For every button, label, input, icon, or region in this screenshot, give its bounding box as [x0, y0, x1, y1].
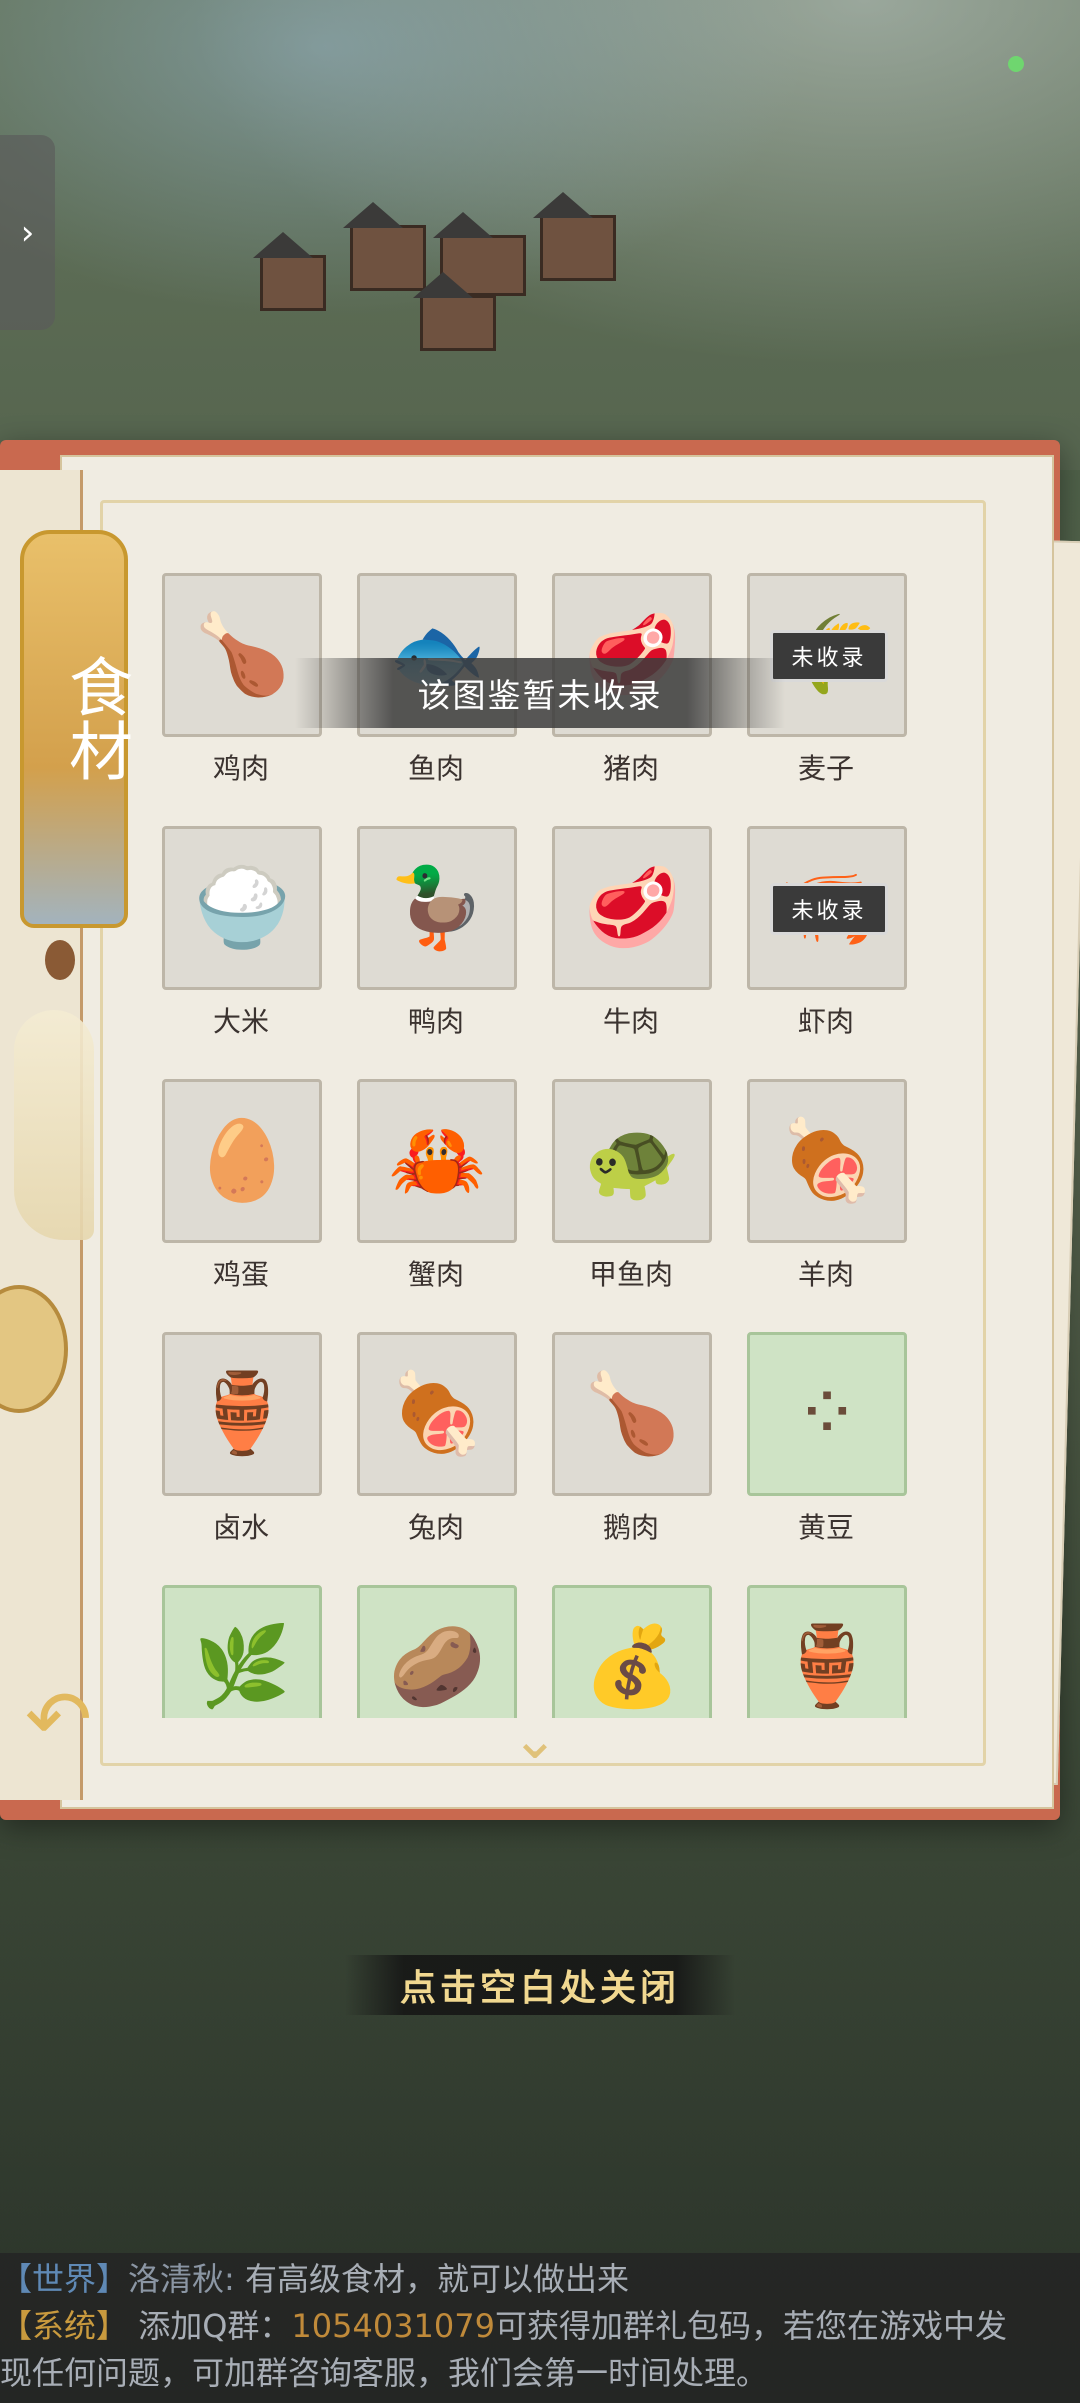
ingredient-tile[interactable]: 🐢: [552, 1079, 712, 1243]
beef-icon: 🥩: [583, 863, 681, 953]
chat-line-system: 【系统】 添加Q群：1054031079可获得加群礼包码，若您在游戏中发: [0, 2303, 1080, 2350]
ingredient-cell[interactable]: 🦆 鸭肉: [357, 826, 517, 1040]
ingredient-label: 鹅肉: [602, 1511, 659, 1544]
uncollected-stamp: 未收录: [770, 883, 888, 935]
chat-message: 可获得加群礼包码，若您在游戏中发: [494, 2307, 1007, 2345]
ingredient-label: 卤水: [212, 1511, 269, 1544]
knot-ornament: [45, 940, 75, 980]
lamb-chop-icon: 🍖: [778, 1116, 876, 1206]
chat-message: 有高级食材，就可以做出来: [234, 2260, 629, 2298]
ingredient-cell[interactable]: 🥚 鸡蛋: [162, 1079, 322, 1293]
ingredient-label: 黄豆: [797, 1511, 854, 1544]
rice-sack-icon: 🍚: [193, 863, 291, 953]
ingredient-cell[interactable]: 🌿: [162, 1585, 322, 1718]
ingredient-cell[interactable]: 🍗 鹅肉: [552, 1332, 712, 1546]
egg-icon: 🥚: [193, 1116, 291, 1206]
tassel-ornament: [14, 1010, 94, 1240]
chat-sender: 洛清秋:: [128, 2260, 235, 2298]
ingredient-label: 蟹肉: [407, 1258, 464, 1291]
ingredient-tile[interactable]: 🦐未收录: [747, 826, 907, 990]
ingredient-label: 鸡肉: [212, 752, 269, 785]
ingredient-label: 牛肉: [602, 1005, 659, 1038]
close-hint[interactable]: 点击空白处关闭: [345, 1955, 735, 2015]
chat-line-world: 【世界】洛清秋: 有高级食材，就可以做出来: [0, 2256, 1080, 2303]
ingredient-tile[interactable]: 🍗: [552, 1332, 712, 1496]
ingredient-tile[interactable]: 🦆: [357, 826, 517, 990]
vinegar-jar-icon: 🏺: [778, 1622, 876, 1712]
chicken-icon: 🍗: [193, 610, 291, 700]
ingredient-label: 羊肉: [797, 1258, 854, 1291]
ingredient-tile[interactable]: 🏺: [747, 1585, 907, 1718]
ingredient-label: 兔肉: [407, 1511, 464, 1544]
village-scene: [240, 192, 620, 355]
scallion-icon: 🌿: [193, 1622, 291, 1712]
uncollected-stamp: 未收录: [770, 630, 888, 682]
ingredient-tile[interactable]: 🍚: [162, 826, 322, 990]
chat-message: 添加Q群：: [128, 2307, 292, 2345]
status-indicator: [1008, 56, 1024, 72]
scroll-down-icon[interactable]: ⌄: [500, 1712, 570, 1768]
ingredient-label: 麦子: [797, 752, 854, 785]
ingredient-label: 甲鱼肉: [588, 1258, 673, 1291]
soybean-icon: ⁘: [794, 1369, 860, 1459]
duck-icon: 🦆: [388, 863, 486, 953]
rabbit-meat-icon: 🍖: [388, 1369, 486, 1459]
ingredient-tile[interactable]: ⁘: [747, 1332, 907, 1496]
chat-line-system-cont: 现任何问题，可加群咨询客服，我们会第一时间处理。: [0, 2350, 1080, 2397]
ingredient-tile[interactable]: 🌿: [162, 1585, 322, 1718]
potato-icon: 🥔: [388, 1622, 486, 1712]
ingredient-cell[interactable]: 🦐未收录虾肉: [747, 826, 907, 1040]
ingredient-label: 猪肉: [602, 752, 659, 785]
chat-channel-world: 【世界】: [0, 2260, 129, 2298]
category-tab-label: 食材: [58, 654, 132, 782]
ingredient-tile[interactable]: 💰: [552, 1585, 712, 1718]
back-arrow-icon[interactable]: ↶: [25, 1680, 125, 1760]
chevron-right-icon: ›: [20, 212, 35, 253]
ingredient-cell[interactable]: 🍖 兔肉: [357, 1332, 517, 1546]
chat-qq-number: 1054031079: [291, 2307, 495, 2345]
ingredient-tile[interactable]: 🦀: [357, 1079, 517, 1243]
ingredient-cell[interactable]: 🐢 甲鱼肉: [552, 1079, 712, 1293]
chat-channel-system: 【系统】: [0, 2307, 129, 2345]
ingredient-label: 大米: [212, 1005, 269, 1038]
ingredient-label: 鱼肉: [407, 752, 464, 785]
ingredient-cell[interactable]: 🥩 牛肉: [552, 826, 712, 1040]
ingredient-cell[interactable]: 🍚 大米: [162, 826, 322, 1040]
ingredient-tile[interactable]: 🏺: [162, 1332, 322, 1496]
ingredient-cell[interactable]: 🥔: [357, 1585, 517, 1718]
goose-icon: 🍗: [583, 1369, 681, 1459]
ingredient-cell[interactable]: 🏺 卤水: [162, 1332, 322, 1546]
ingredient-label: 虾肉: [797, 1005, 854, 1038]
ingredient-label: 鸡蛋: [212, 1258, 269, 1291]
ingredient-tile[interactable]: 🍖: [357, 1332, 517, 1496]
ingredient-cell[interactable]: 🏺: [747, 1585, 907, 1718]
ingredient-label: 鸭肉: [407, 1005, 464, 1038]
crab-icon: 🦀: [388, 1116, 486, 1206]
ingredient-tile[interactable]: 🥔: [357, 1585, 517, 1718]
ingredient-cell[interactable]: 💰: [552, 1585, 712, 1718]
ingredient-tile[interactable]: 🍖: [747, 1079, 907, 1243]
sugar-sack-icon: 💰: [583, 1622, 681, 1712]
turtle-icon: 🐢: [583, 1116, 681, 1206]
ingredient-cell[interactable]: 🍖 羊肉: [747, 1079, 907, 1293]
ingredient-cell[interactable]: ⁘ 黄豆: [747, 1332, 907, 1546]
ingredient-tile[interactable]: 🥩: [552, 826, 712, 990]
chat-message: 现任何问题，可加群咨询客服，我们会第一时间处理。: [0, 2354, 769, 2392]
category-tab-ingredients[interactable]: 食材: [20, 530, 132, 928]
brine-jar-icon: 🏺: [193, 1369, 291, 1459]
side-expand-button[interactable]: ›: [0, 135, 55, 330]
toast-message: 该图鉴暂未收录: [295, 658, 785, 728]
ingredient-tile[interactable]: 🥚: [162, 1079, 322, 1243]
ingredient-cell[interactable]: 🦀 蟹肉: [357, 1079, 517, 1293]
ingredient-grid: 🍗鸡肉🐟鱼肉🥩猪肉🌾未收录麦子🍚大米🦆鸭肉🥩牛肉🦐未收录虾肉🥚鸡蛋🦀蟹肉🐢甲鱼肉…: [162, 573, 912, 1718]
chat-panel[interactable]: 【世界】洛清秋: 有高级食材，就可以做出来 【系统】 添加Q群：10540310…: [0, 2253, 1080, 2403]
